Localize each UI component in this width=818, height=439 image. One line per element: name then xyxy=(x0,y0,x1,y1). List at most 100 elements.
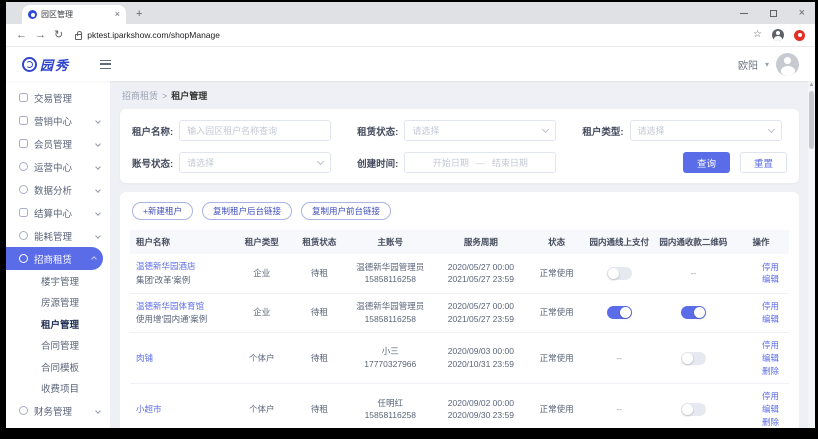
window-close-button[interactable]: × xyxy=(799,8,805,19)
online-pay-toggle: -- xyxy=(616,404,622,414)
browser-update-icon[interactable] xyxy=(794,30,805,41)
disable-link[interactable]: 停用 xyxy=(762,340,779,350)
bookmark-star-icon[interactable]: ☆ xyxy=(753,30,762,40)
sidebar-item-settlement[interactable]: 结算中心 xyxy=(6,201,110,224)
create-tenant-button[interactable]: +新建租户 xyxy=(132,202,193,220)
tab-favicon-icon xyxy=(28,10,37,19)
sidebar-item-leasing[interactable]: 招商租赁 xyxy=(6,247,103,270)
chevron-down-icon xyxy=(317,158,324,165)
edit-link[interactable]: 编辑 xyxy=(762,404,779,414)
tenant-type-label: 租户类型: xyxy=(582,124,623,138)
account-status-label: 账号状态: xyxy=(132,156,173,170)
members-icon xyxy=(19,139,28,148)
delete-link[interactable]: 删除 xyxy=(762,417,779,427)
sidebar-collapse-icon[interactable] xyxy=(100,60,111,69)
breadcrumb-parent[interactable]: 招商租赁 xyxy=(122,91,158,101)
scrollbar-thumb[interactable] xyxy=(809,91,814,149)
window-minimize-button[interactable] xyxy=(740,13,748,14)
sidebar-item-tenants[interactable]: 租户管理 xyxy=(6,313,110,335)
chevron-down-icon xyxy=(767,126,774,133)
tenant-name-link[interactable]: 小超市 xyxy=(136,404,162,414)
edit-link[interactable]: 编辑 xyxy=(762,274,779,284)
browser-window: 园区管理 × + × ← → ↻ pktest.iparkshow.com/sh… xyxy=(6,2,815,428)
qr-code-toggle[interactable] xyxy=(681,403,706,416)
lease-status-select[interactable]: 请选择 xyxy=(404,120,556,141)
edit-link[interactable]: 编辑 xyxy=(762,314,779,324)
chevron-up-icon xyxy=(91,256,97,262)
col-actions: 操作 xyxy=(733,230,789,254)
create-time-range-picker[interactable]: 开始日期 — 结束日期 xyxy=(404,152,556,173)
table-row: 温德新华园酒店 集团'改革'案例 企业 待租 温德新华园管理员158581162… xyxy=(130,254,789,293)
qr-code-toggle[interactable] xyxy=(681,306,706,319)
breadcrumb: 招商租赁>租户管理 xyxy=(122,89,799,102)
copy-user-link-button[interactable]: 复制用户前台链接 xyxy=(301,202,391,220)
chevron-down-icon xyxy=(95,164,101,170)
qr-code-toggle[interactable] xyxy=(681,352,706,365)
chevron-down-icon xyxy=(95,233,101,239)
tenant-name-link[interactable]: 温德新华园酒店 xyxy=(136,261,196,271)
online-pay-toggle[interactable] xyxy=(607,306,632,319)
sidebar-item-transactions[interactable]: 交易管理 xyxy=(6,86,110,109)
user-avatar[interactable] xyxy=(776,53,799,76)
logo-icon xyxy=(22,57,37,72)
page-scrollbar[interactable]: ▲ xyxy=(808,81,815,428)
sidebar-item-listings[interactable]: 房源管理 xyxy=(6,292,110,314)
tenant-type-select[interactable]: 请选择 xyxy=(630,120,782,141)
browser-profile-icon[interactable] xyxy=(772,29,784,41)
sidebar-item-members[interactable]: 会员管理 xyxy=(6,132,110,155)
tenant-name-link[interactable]: 肉铺 xyxy=(136,353,153,363)
sidebar-item-operations[interactable]: 运营中心 xyxy=(6,155,110,178)
leasing-icon xyxy=(19,254,28,263)
col-tenant-type: 租户类型 xyxy=(232,230,291,254)
status-badge: 正常使用 xyxy=(540,268,574,278)
edit-link[interactable]: 编辑 xyxy=(762,353,779,363)
account-status-select[interactable]: 请选择 xyxy=(179,152,331,173)
sidebar-item-analytics[interactable]: 数据分析 xyxy=(6,178,110,201)
user-menu-caret-icon[interactable]: ▾ xyxy=(765,60,769,69)
chevron-down-icon xyxy=(542,126,549,133)
new-tab-button[interactable]: + xyxy=(136,8,142,20)
filter-card: 租户名称: 租赁状态: 请选择 租户类型: 请选择 xyxy=(120,109,799,183)
col-qr-code: 园内通收款二维码 xyxy=(654,230,733,254)
tenant-name-label: 租户名称: xyxy=(132,124,173,138)
chevron-down-icon xyxy=(95,408,101,414)
reload-icon[interactable]: ↻ xyxy=(54,30,63,41)
sidebar-item-buildings[interactable]: 楼宇管理 xyxy=(6,270,110,292)
browser-tabstrip: 园区管理 × + × xyxy=(6,2,815,24)
sidebar-item-finance[interactable]: 财务管理 xyxy=(6,399,110,422)
tenant-name-link[interactable]: 温德新华园体育馆 xyxy=(136,301,204,311)
sidebar-item-contracts[interactable]: 合同管理 xyxy=(6,335,110,357)
disable-link[interactable]: 停用 xyxy=(762,301,779,311)
search-button[interactable]: 查询 xyxy=(683,152,730,173)
table-row: 肉铺 个体户 待租 小三17770327966 2020/09/03 00:00… xyxy=(130,333,789,384)
app-header: 园秀 欧阳 ▾ xyxy=(6,47,815,81)
reset-button[interactable]: 重置 xyxy=(740,152,787,173)
online-pay-toggle: -- xyxy=(616,353,622,363)
forward-icon[interactable]: → xyxy=(35,30,46,41)
back-icon[interactable]: ← xyxy=(16,30,27,41)
tab-close-icon[interactable]: × xyxy=(115,10,120,19)
online-pay-toggle[interactable] xyxy=(607,267,632,280)
sidebar-item-fee-items[interactable]: 收费项目 xyxy=(6,378,110,400)
delete-link[interactable]: 删除 xyxy=(762,366,779,376)
browser-tab[interactable]: 园区管理 × xyxy=(22,5,126,24)
sidebar-item-contract-templates[interactable]: 合同模板 xyxy=(6,356,110,378)
tenant-subtitle: 集团'改革'案例 xyxy=(136,274,228,287)
logo-text: 园秀 xyxy=(40,55,70,74)
sidebar-item-energy[interactable]: 能耗管理 xyxy=(6,224,110,247)
sidebar-item-marketing[interactable]: 营销中心 xyxy=(6,109,110,132)
window-maximize-button[interactable] xyxy=(770,10,777,17)
disable-link[interactable]: 停用 xyxy=(762,262,779,272)
chevron-down-icon xyxy=(95,187,101,193)
table-row: 小超市 个体户 待租 任明红15858116258 2020/09/02 00:… xyxy=(130,384,789,428)
disable-link[interactable]: 停用 xyxy=(762,391,779,401)
settlement-icon xyxy=(19,208,28,217)
address-bar[interactable]: pktest.iparkshow.com/shopManage xyxy=(71,28,745,43)
chevron-down-icon xyxy=(95,141,101,147)
scroll-up-icon[interactable]: ▲ xyxy=(808,82,815,88)
copy-tenant-link-button[interactable]: 复制租户后台链接 xyxy=(202,202,292,220)
lease-status-label: 租赁状态: xyxy=(357,124,398,138)
operations-icon xyxy=(19,162,28,171)
sidebar-item-payment-config[interactable]: 支付配置 xyxy=(6,422,110,428)
tenant-name-input[interactable] xyxy=(179,120,331,141)
